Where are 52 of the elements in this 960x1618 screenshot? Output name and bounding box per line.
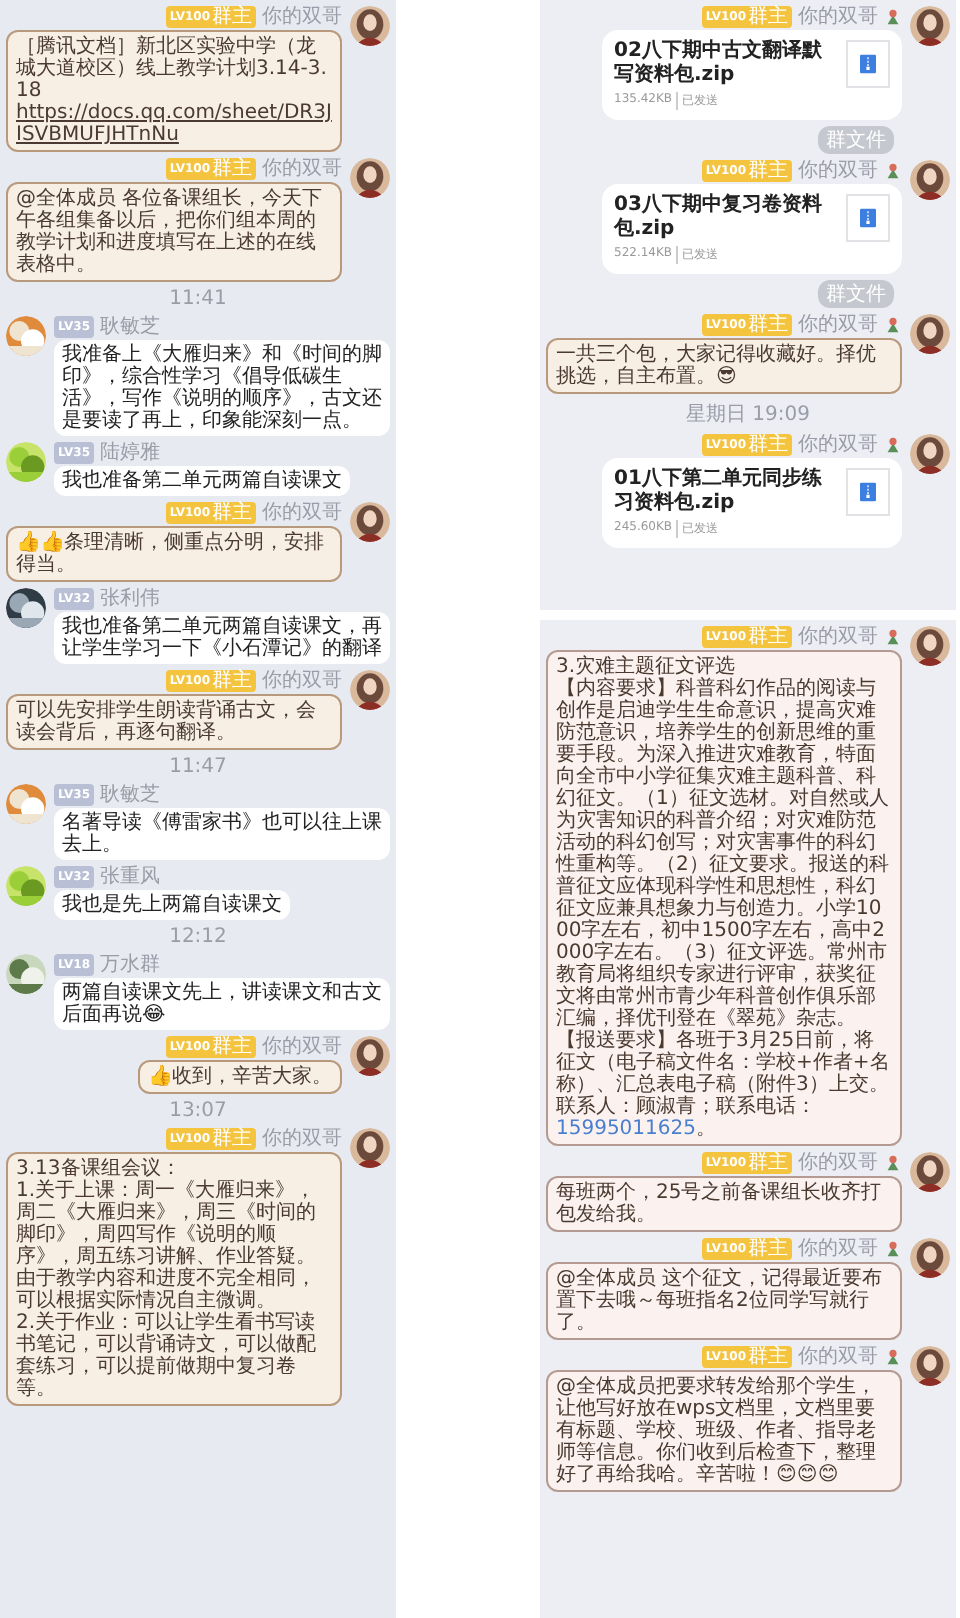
sender-name: 你的双哥 xyxy=(798,626,878,648)
sender-name: 耿敏芝 xyxy=(100,784,160,806)
sender-name: 你的双哥 xyxy=(798,160,878,182)
sender-name: 你的双哥 xyxy=(262,6,342,28)
message-bubble: 3.灾难主题征文评选 【内容要求】科普科幻作品的阅读与创作是启迪学生生命意识，提高灾难防范意识，培养学生的创新思维的重要手段。为深入推进灾难教育，特面向全市中小学征集灾难主题科普、科幻征文。（1）征文选材。对自然或人为灾害知识的科普介绍；对灾难防范活动的科幻创写；对灾害事件的科幻性重构等。（2）征文要求。报送的科普征文应体现科学性和思想性，科幻征文应兼具想象力与创造力。小学1000字左右，初中1500字左右，高中2000字左右。（3）征文评选。常州市教育局将组织专家进行评审，获奖征文将由常州市青少年科普创作俱乐部汇编，择优刊登在《翠苑》杂志。 【报送要求】各班于3月25日前，将征文（电子稿文件名：学校+作者+名称）、汇总表电子稿（附件3）上交。联系人：顾淑青；联系电话： 15995011625。 xyxy=(546,650,902,1146)
zip-file-icon xyxy=(860,482,876,502)
sender-name: 你的双哥 xyxy=(262,158,342,180)
group-file-label: 群文件 xyxy=(818,280,894,308)
sender-name: 你的双哥 xyxy=(262,1128,342,1150)
message-bubble: 3.13备课组会议： 1.关于上课：周一《大雁归来》，周二《大雁归来》，周三《时间的脚印》，周四写作《说明的顺序》，周五练习讲解、作业答疑。由于教学内容和进度不完全相同，可以根据实际情况自主微调。 2.关于作业：可以让学生看书写读书笔记，可以背诵诗文，可以做配套练习，可以提前做期中复习卷等。 xyxy=(6,1152,342,1406)
sender-name: 万水群 xyxy=(100,954,160,976)
group-file-label: 群文件 xyxy=(818,126,894,154)
file-name: 03八下期中复习卷资料包.zip xyxy=(614,194,824,242)
sender-name: 你的双哥 xyxy=(798,1346,878,1368)
sender-name: 你的双哥 xyxy=(798,6,878,28)
sender-name: 张重风 xyxy=(100,866,160,888)
message-bubble: 可以先安排学生朗读背诵古文，会读会背后，再逐句翻译。 xyxy=(6,694,342,750)
sender-name: 你的双哥 xyxy=(798,1152,878,1174)
sender-name: 你的双哥 xyxy=(798,314,878,336)
message-bubble: 名著导读《傅雷家书》也可以往上课去上。 xyxy=(54,808,390,860)
message-bubble: 一共三个包，大家记得收藏好。择优挑选，自主布置。😎 xyxy=(546,338,902,394)
sender-name: 你的双哥 xyxy=(262,1036,342,1058)
message-bubble: 我准备上《大雁归来》和《时间的脚印》，综合性学习《倡导低碳生活》，写作《说明的顺序》，古文还是要读了再上，印象能深刻一点。 xyxy=(54,340,390,436)
timestamp: 12:12 xyxy=(169,926,227,948)
zip-file-icon xyxy=(860,54,876,74)
timestamp: 11:41 xyxy=(169,288,227,310)
message-bubble: ［腾讯文档］新北区实验中学（龙城大道校区）线上教学计划3.14-3.18 https://docs.qq.com/sheet/DR3JISVBMUFJHTnNu xyxy=(6,30,342,152)
sender-name: 你的双哥 xyxy=(262,502,342,524)
sender-name: 你的双哥 xyxy=(262,670,342,692)
link[interactable]: https://docs.qq.com/sheet/DR3JISVBMUFJHTnNu xyxy=(16,102,332,146)
timestamp: 13:07 xyxy=(169,1100,227,1122)
sender-name: 陆婷雅 xyxy=(100,442,160,464)
message-bubble: @全体成员 各位备课组长，今天下午各组集备以后，把你们组本周的教学计划和进度填写在上述的在线表格中。 xyxy=(6,182,342,282)
sender-name: 耿敏芝 xyxy=(100,316,160,338)
message-bubble: 👍👍条理清晰，侧重点分明，安排得当。 xyxy=(6,526,342,582)
message-bubble: 每班两个，25号之前备课组长收齐打包发给我。 xyxy=(546,1176,902,1232)
message-bubble: 两篇自读课文先上，讲读课文和古文后面再说😂 xyxy=(54,978,390,1030)
sender-name: 张利伟 xyxy=(100,588,160,610)
file-name: 01八下第二单元同步练习资料包.zip xyxy=(614,468,824,516)
message-bubble: 👍收到，辛苦大家。 xyxy=(138,1060,342,1094)
message-bubble: @全体成员把要求转发给那个学生，让他写好放在wps文档里，文档里要有标题、学校、班级、作者、指导老师等信息。你们收到后检查下，整理好了再给我哈。辛苦啦！😊😊😊 xyxy=(546,1370,902,1492)
message-bubble: @全体成员 这个征文，记得最近要布置下去哦～每班指名2位同学写就行了。 xyxy=(546,1262,902,1340)
timestamp: 11:47 xyxy=(169,756,227,778)
message-bubble: 我也是先上两篇自读课文 xyxy=(54,890,290,920)
message-bubble: 我也准备第二单元两篇自读课文 xyxy=(54,466,350,496)
message-bubble: 我也准备第二单元两篇自读课文，再让学生学习一下《小石潭记》的翻译 xyxy=(54,612,390,664)
timestamp: 星期日 19:09 xyxy=(686,401,810,428)
sender-name: 你的双哥 xyxy=(798,434,878,456)
link[interactable]: 15995011625 xyxy=(556,1118,696,1140)
file-name: 02八下期中古文翻译默写资料包.zip xyxy=(614,40,824,88)
sender-name: 你的双哥 xyxy=(798,1238,878,1260)
zip-file-icon xyxy=(860,208,876,228)
